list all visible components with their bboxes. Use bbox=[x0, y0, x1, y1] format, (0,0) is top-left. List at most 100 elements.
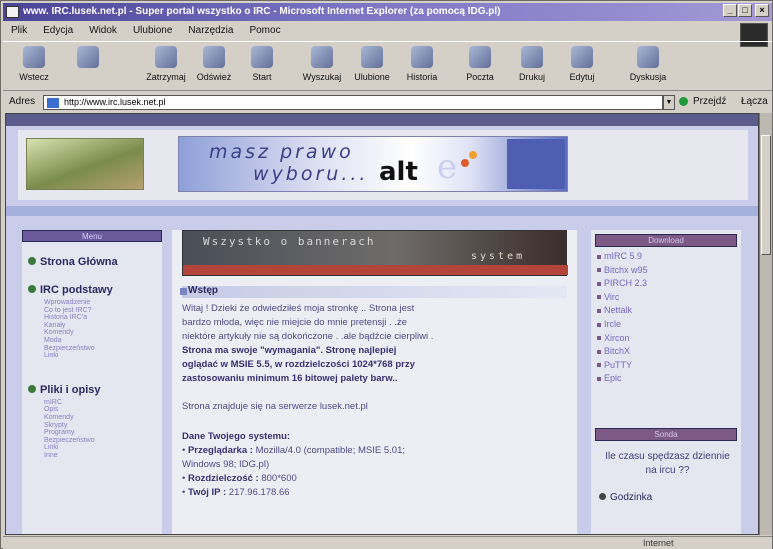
center-banner[interactable]: Wszystko o bannerach system bbox=[182, 230, 568, 276]
address-dropdown[interactable]: ▼ bbox=[663, 95, 675, 110]
nav-sub-item[interactable]: mIRC bbox=[44, 399, 162, 407]
favorites-label: Ulubione bbox=[354, 72, 390, 82]
history-button[interactable]: Historia bbox=[399, 46, 445, 82]
go-button[interactable]: Przejdź bbox=[681, 93, 726, 111]
back-label: Wstecz bbox=[19, 72, 49, 82]
history-label: Historia bbox=[406, 72, 438, 82]
scrollbar-thumb[interactable] bbox=[761, 135, 771, 255]
vertical-scrollbar[interactable] bbox=[759, 113, 772, 535]
nav-sub-item[interactable]: Bezpieczeństwo bbox=[44, 345, 162, 353]
discuss-label: Dyskusja bbox=[629, 72, 667, 82]
server-note: Strona znajduje się na serwerze lusek.ne… bbox=[182, 401, 368, 412]
page-separator bbox=[6, 206, 758, 216]
edit-label: Edytuj bbox=[569, 72, 595, 82]
nav-sub-item[interactable]: Co to jest IRC? bbox=[44, 307, 162, 315]
nav-sub-item[interactable]: Kanały bbox=[44, 322, 162, 330]
print-icon bbox=[521, 46, 543, 68]
mail-button[interactable]: Poczta bbox=[457, 46, 503, 82]
search-button[interactable]: Wyszukaj bbox=[299, 46, 345, 82]
maximize-button[interactable]: □ bbox=[738, 4, 752, 17]
ip-value: 217.96.178.66 bbox=[228, 487, 290, 498]
site-logo[interactable] bbox=[26, 138, 144, 190]
download-link[interactable]: Virc bbox=[597, 291, 741, 305]
nav-sub-item[interactable]: Programy bbox=[44, 429, 162, 437]
links-button[interactable]: Łącza bbox=[741, 93, 768, 111]
bullet-icon bbox=[28, 257, 36, 265]
resolution-label: Rozdzielczość : bbox=[187, 473, 259, 484]
search-label: Wyszukaj bbox=[302, 72, 342, 82]
left-menu-header: Menu bbox=[22, 230, 162, 242]
page-header: masz prawo wyboru... alt e bbox=[18, 130, 748, 200]
ad-banner[interactable]: masz prawo wyboru... alt e bbox=[178, 136, 568, 192]
nav-sub-item[interactable]: Wprowadzenie bbox=[44, 299, 162, 307]
address-input[interactable]: http://www.irc.lusek.net.pl bbox=[43, 95, 663, 110]
back-icon bbox=[23, 46, 45, 68]
nav-sub-item[interactable]: Skrypty bbox=[44, 422, 162, 430]
download-link[interactable]: Xircon bbox=[597, 332, 741, 346]
download-link[interactable]: Epic bbox=[597, 372, 741, 386]
stop-button[interactable]: Zatrzymaj bbox=[143, 46, 189, 82]
forward-icon bbox=[77, 46, 99, 68]
page-icon bbox=[47, 98, 59, 108]
discuss-button[interactable]: Dyskusja bbox=[625, 46, 671, 82]
download-link[interactable]: Bitchx w95 bbox=[597, 264, 741, 278]
nav-sub-item[interactable]: Moda bbox=[44, 337, 162, 345]
nav-sub-item[interactable]: Komendy bbox=[44, 329, 162, 337]
download-link[interactable]: PuTTY bbox=[597, 359, 741, 373]
nav-sub-item[interactable]: Inne bbox=[44, 452, 162, 460]
ip-label: Twój IP : bbox=[187, 487, 227, 498]
section-heading: Wstęp bbox=[188, 285, 218, 296]
forward-button[interactable] bbox=[65, 46, 111, 72]
menu-favorites[interactable]: Ulubione bbox=[125, 22, 180, 39]
menu-help[interactable]: Pomoc bbox=[241, 22, 288, 39]
print-button[interactable]: Drukuj bbox=[509, 46, 555, 82]
system-title: Dane Twojego systemu: bbox=[182, 431, 291, 442]
section-bar bbox=[182, 286, 567, 298]
history-icon bbox=[411, 46, 433, 68]
nav-irc-basics[interactable]: IRC podstawy bbox=[28, 284, 162, 296]
nav-sub-item[interactable]: Komendy bbox=[44, 414, 162, 422]
browser-value: Mozilla/4.0 (compatible; MSIE 5.01; bbox=[255, 445, 405, 456]
bullet-icon bbox=[28, 384, 36, 393]
right-sidebar: Download mIRC 5.9 Bitchx w95 PIRCH 2.3 V… bbox=[591, 230, 741, 534]
download-link[interactable]: PIRCH 2.3 bbox=[597, 277, 741, 291]
menu-file[interactable]: Plik bbox=[3, 22, 35, 39]
menu-edit[interactable]: Edycja bbox=[35, 22, 81, 39]
refresh-button[interactable]: Odśwież bbox=[191, 46, 237, 82]
download-link[interactable]: BitchX bbox=[597, 345, 741, 359]
nav-sub-item[interactable]: Opis bbox=[44, 406, 162, 414]
favorites-button[interactable]: Ulubione bbox=[349, 46, 395, 82]
minimize-button[interactable]: _ bbox=[723, 4, 737, 17]
nav-sub-item[interactable]: Historia IRC'a bbox=[44, 314, 162, 322]
nav-sub-item[interactable]: Bezpieczeństwo bbox=[44, 437, 162, 445]
clock-option[interactable]: Godzinka bbox=[599, 492, 652, 503]
download-link[interactable]: mIRC 5.9 bbox=[597, 250, 741, 264]
download-link[interactable]: Nettalk bbox=[597, 304, 741, 318]
nav-files[interactable]: Pliki i opisy bbox=[28, 384, 162, 396]
edit-icon bbox=[571, 46, 593, 68]
requirements-line: oglądać w MSIE 5.5, w rozdzielczości 102… bbox=[182, 359, 415, 370]
close-button[interactable]: × bbox=[755, 4, 769, 17]
nav-home-label: Strona Główna bbox=[40, 256, 118, 268]
nav-sub-item[interactable]: Linki bbox=[44, 444, 162, 452]
home-label: Start bbox=[252, 72, 272, 82]
back-button[interactable]: Wstecz bbox=[11, 46, 57, 82]
download-link[interactable]: Ircle bbox=[597, 318, 741, 332]
nav-home[interactable]: Strona Główna bbox=[28, 256, 162, 268]
nav-sub-item[interactable]: Linki bbox=[44, 352, 162, 360]
banner-line1: masz prawo bbox=[209, 141, 354, 163]
system-browser: • Przeglądarka : Mozilla/4.0 (compatible… bbox=[182, 445, 405, 456]
title-bar: www. IRC.lusek.net.pl - Super portal wsz… bbox=[3, 3, 772, 21]
edit-button[interactable]: Edytuj bbox=[559, 46, 605, 82]
banner-brand: alt bbox=[379, 157, 418, 187]
discuss-icon bbox=[637, 46, 659, 68]
requirements-line: zastosowaniu minimum 16 bitowej palety b… bbox=[182, 373, 398, 384]
browser-window: www. IRC.lusek.net.pl - Super portal wsz… bbox=[0, 0, 773, 549]
intro-line: bardzo młoda, więc nie miejcie do mnie p… bbox=[182, 317, 407, 328]
resolution-value: 800*600 bbox=[261, 473, 297, 484]
print-label: Drukuj bbox=[518, 72, 545, 82]
menu-view[interactable]: Widok bbox=[81, 22, 125, 39]
menu-tools[interactable]: Narzędzia bbox=[180, 22, 241, 39]
browser-label: Przeglądarka : bbox=[187, 445, 253, 456]
home-button[interactable]: Start bbox=[239, 46, 285, 82]
